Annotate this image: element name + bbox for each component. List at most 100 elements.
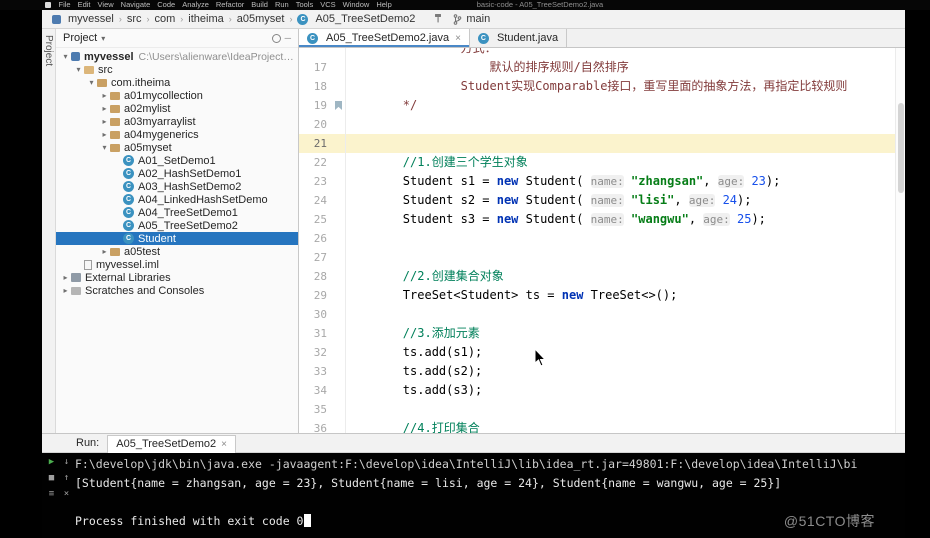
console-settings-icon[interactable]: ≡ bbox=[49, 489, 54, 499]
project-stripe-button[interactable]: Project bbox=[43, 35, 54, 66]
line-number-gutter[interactable]: 29 bbox=[299, 286, 333, 305]
tree-item-a05-treesetdemo2[interactable]: C A05_TreeSetDemo2 bbox=[56, 219, 298, 232]
menu-analyze[interactable]: Analyze bbox=[179, 0, 213, 10]
stop-icon[interactable]: ■ bbox=[49, 473, 54, 483]
tree-collapse-arrow-icon[interactable]: ▾ bbox=[86, 78, 97, 87]
line-number-gutter[interactable] bbox=[299, 48, 333, 58]
breadcrumb-item-itheima[interactable]: itheima bbox=[186, 13, 225, 25]
breadcrumb-item-myvessel[interactable]: myvessel bbox=[50, 13, 116, 25]
clear-console-icon[interactable]: × bbox=[64, 489, 69, 499]
tree-item-a04-linkedhashsetdemo[interactable]: C A04_LinkedHashSetDemo bbox=[56, 193, 298, 206]
menu-edit[interactable]: Edit bbox=[74, 0, 94, 10]
app-logo-icon[interactable] bbox=[45, 2, 51, 8]
tree-expand-arrow-icon[interactable]: ▸ bbox=[99, 91, 110, 100]
build-hammer-icon[interactable] bbox=[433, 13, 443, 26]
editor-line[interactable]: 方式： bbox=[299, 48, 895, 58]
tree-item-a05test[interactable]: ▸ a05test bbox=[56, 245, 298, 258]
scroll-up-icon[interactable]: ↑ bbox=[64, 473, 69, 483]
settings-gear-icon[interactable] bbox=[271, 33, 281, 43]
close-icon[interactable]: × bbox=[221, 439, 227, 450]
tree-item-a05myset[interactable]: ▾ a05myset bbox=[56, 141, 298, 154]
tree-item-src[interactable]: ▾ src bbox=[56, 63, 298, 76]
line-number-gutter[interactable]: 21 bbox=[299, 134, 333, 153]
tree-expand-arrow-icon[interactable]: ▸ bbox=[60, 286, 71, 295]
tree-item-com-itheima[interactable]: ▾ com.itheima bbox=[56, 76, 298, 89]
line-number-gutter[interactable]: 25 bbox=[299, 210, 333, 229]
breadcrumb-item-a05myset[interactable]: a05myset bbox=[235, 13, 287, 25]
breadcrumb-item-com[interactable]: com bbox=[153, 13, 178, 25]
tree-item-a01mycollection[interactable]: ▸ a01mycollection bbox=[56, 89, 298, 102]
tree-item-a02-hashsetdemo1[interactable]: C A02_HashSetDemo1 bbox=[56, 167, 298, 180]
editor-line[interactable]: 24 Student s2 = new Student( name: "lisi… bbox=[299, 191, 895, 210]
line-number-gutter[interactable]: 27 bbox=[299, 248, 333, 267]
git-branch-widget[interactable]: main bbox=[453, 13, 490, 25]
editor-line[interactable]: 20 bbox=[299, 115, 895, 134]
menu-view[interactable]: View bbox=[94, 0, 117, 10]
collapse-all-icon[interactable]: ─ bbox=[285, 33, 291, 43]
scroll-down-icon[interactable]: ↓ bbox=[64, 457, 69, 467]
editor-line[interactable]: 29 TreeSet<Student> ts = new TreeSet<>()… bbox=[299, 286, 895, 305]
tree-item-scratches-and-consoles[interactable]: ▸ Scratches and Consoles bbox=[56, 284, 298, 297]
tree-expand-arrow-icon[interactable]: ▸ bbox=[99, 247, 110, 256]
editor-line[interactable]: 18 Student实现Comparable接口，重写里面的抽象方法，再指定比较… bbox=[299, 77, 895, 96]
editor-tab-student-java[interactable]: C Student.java bbox=[470, 29, 568, 47]
line-number-gutter[interactable]: 20 bbox=[299, 115, 333, 134]
menu-code[interactable]: Code bbox=[154, 0, 179, 10]
breadcrumb-item-a05-treesetdemo2[interactable]: C A05_TreeSetDemo2 bbox=[295, 13, 417, 25]
menu-refactor[interactable]: Refactor bbox=[212, 0, 247, 10]
run-tab[interactable]: A05_TreeSetDemo2 × bbox=[107, 434, 236, 453]
tree-item-a04-treesetdemo1[interactable]: C A04_TreeSetDemo1 bbox=[56, 206, 298, 219]
menu-run[interactable]: Run bbox=[271, 0, 292, 10]
editor-line[interactable]: 17 默认的排序规则/自然排序 bbox=[299, 58, 895, 77]
editor-line[interactable]: 36 //4.打印集合 bbox=[299, 419, 895, 433]
line-number-gutter[interactable]: 31 bbox=[299, 324, 333, 343]
tree-expand-arrow-icon[interactable]: ▸ bbox=[99, 130, 110, 139]
editor-line[interactable]: 32 ts.add(s1); bbox=[299, 343, 895, 362]
tree-item-myvessel[interactable]: ▾ myvessel C:\Users\alienware\IdeaProjects… bbox=[56, 50, 298, 63]
tree-expand-arrow-icon[interactable]: ▸ bbox=[99, 117, 110, 126]
rerun-icon[interactable]: ▶ bbox=[49, 457, 54, 467]
menu-build[interactable]: Build bbox=[248, 0, 272, 10]
tree-item-a04mygenerics[interactable]: ▸ a04mygenerics bbox=[56, 128, 298, 141]
editor-scrollbar[interactable] bbox=[895, 48, 905, 433]
chevron-down-icon[interactable]: ▾ bbox=[101, 34, 105, 43]
tree-expand-arrow-icon[interactable]: ▸ bbox=[60, 273, 71, 282]
editor-line[interactable]: 27 bbox=[299, 248, 895, 267]
editor-tab-a05-treesetdemo2-java[interactable]: C A05_TreeSetDemo2.java × bbox=[299, 29, 470, 47]
line-number-gutter[interactable]: 22 bbox=[299, 153, 333, 172]
line-number-gutter[interactable]: 36 bbox=[299, 419, 333, 433]
line-number-gutter[interactable]: 18 bbox=[299, 77, 333, 96]
editor-line[interactable]: 21 bbox=[299, 134, 895, 153]
menu-file[interactable]: File bbox=[55, 0, 74, 10]
menu-navigate[interactable]: Navigate bbox=[117, 0, 154, 10]
editor-line[interactable]: 35 bbox=[299, 400, 895, 419]
tree-item-a03myarraylist[interactable]: ▸ a03myarraylist bbox=[56, 115, 298, 128]
line-number-gutter[interactable]: 30 bbox=[299, 305, 333, 324]
tree-item-a02mylist[interactable]: ▸ a02mylist bbox=[56, 102, 298, 115]
breadcrumb-item-src[interactable]: src bbox=[125, 13, 144, 25]
line-number-gutter[interactable]: 26 bbox=[299, 229, 333, 248]
line-number-gutter[interactable]: 33 bbox=[299, 362, 333, 381]
line-number-gutter[interactable]: 28 bbox=[299, 267, 333, 286]
editor-line[interactable]: 30 bbox=[299, 305, 895, 324]
close-icon[interactable]: × bbox=[455, 33, 461, 44]
line-number-gutter[interactable]: 17 bbox=[299, 58, 333, 77]
line-number-gutter[interactable]: 19 bbox=[299, 96, 333, 115]
tree-expand-arrow-icon[interactable]: ▸ bbox=[99, 104, 110, 113]
tree-item-myvessel-iml[interactable]: myvessel.iml bbox=[56, 258, 298, 271]
line-number-gutter[interactable]: 35 bbox=[299, 400, 333, 419]
tree-item-external-libraries[interactable]: ▸ External Libraries bbox=[56, 271, 298, 284]
tree-item-a01-setdemo1[interactable]: C A01_SetDemo1 bbox=[56, 154, 298, 167]
editor-line[interactable]: 23 Student s1 = new Student( name: "zhan… bbox=[299, 172, 895, 191]
editor-line[interactable]: 31 //3.添加元素 bbox=[299, 324, 895, 343]
tree-item-student[interactable]: C Student bbox=[56, 232, 298, 245]
line-number-gutter[interactable]: 34 bbox=[299, 381, 333, 400]
editor-line[interactable]: 33 ts.add(s2); bbox=[299, 362, 895, 381]
tree-collapse-arrow-icon[interactable]: ▾ bbox=[99, 143, 110, 152]
editor-line[interactable]: 19 */ bbox=[299, 96, 895, 115]
scrollbar-thumb[interactable] bbox=[898, 103, 904, 193]
line-number-gutter[interactable]: 24 bbox=[299, 191, 333, 210]
editor-line[interactable]: 34 ts.add(s3); bbox=[299, 381, 895, 400]
editor-line[interactable]: 22 //1.创建三个学生对象 bbox=[299, 153, 895, 172]
tree-collapse-arrow-icon[interactable]: ▾ bbox=[60, 52, 71, 61]
